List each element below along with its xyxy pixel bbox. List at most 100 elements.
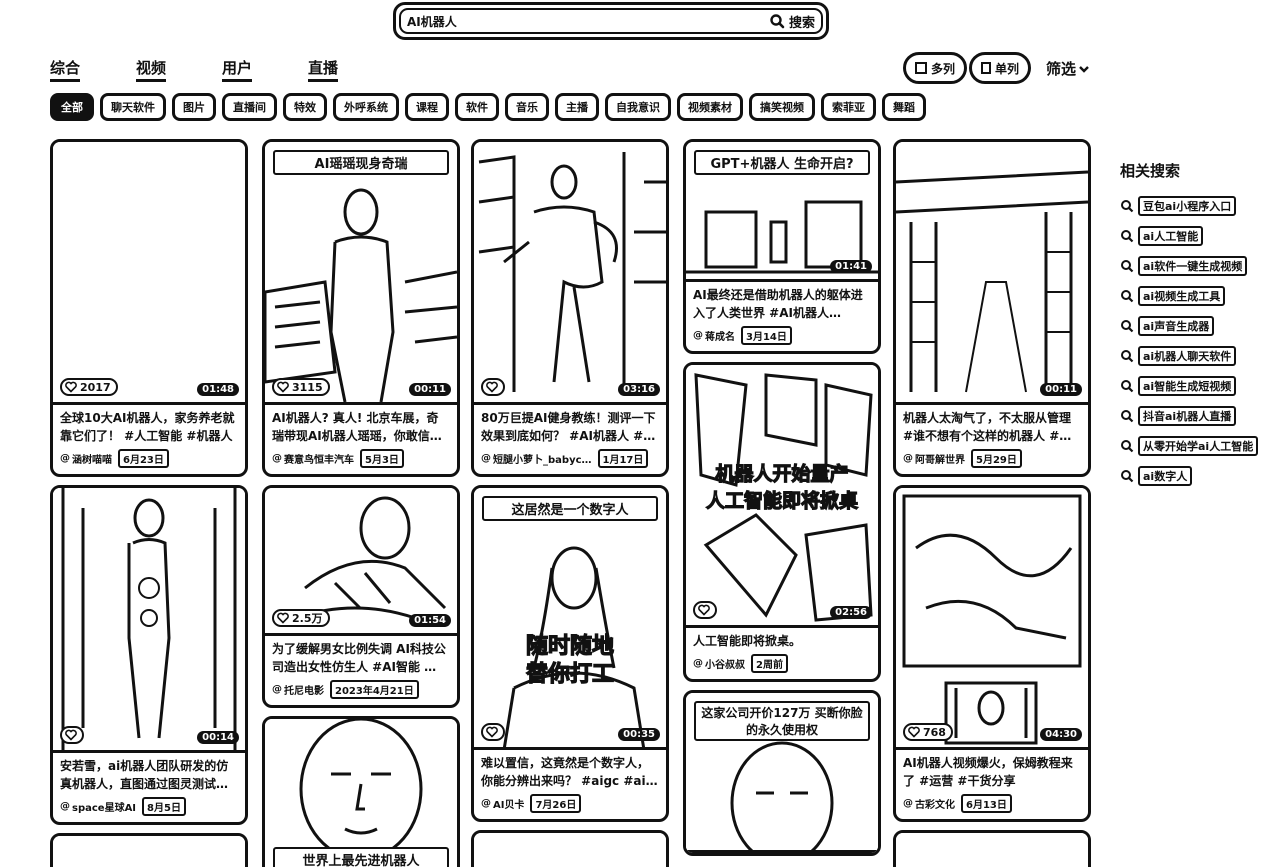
related-search-item[interactable]: 豆包ai小程序入口	[1120, 191, 1280, 221]
video-card[interactable]: 768 04:30 AI机器人视频爆火，保姆教程来了 #运营 #干货分享 @ 古彩…	[893, 485, 1091, 822]
author[interactable]: @ AI贝卡	[481, 796, 524, 811]
video-duration: 00:35	[618, 728, 660, 741]
related-search-item[interactable]: 抖音ai机器人直播	[1120, 401, 1280, 431]
heart-icon	[698, 604, 710, 616]
chip-video-material[interactable]: 视频素材	[677, 93, 743, 121]
author[interactable]: @ 托尼电影	[272, 682, 324, 697]
author[interactable]: @ 蒋成名	[693, 328, 735, 343]
author[interactable]: @ 短腿小萝卜_babyc…	[481, 451, 592, 466]
like-count: 2.5万	[272, 609, 330, 627]
video-card[interactable]	[50, 833, 248, 867]
video-title[interactable]: 机器人太淘气了，不太服从管理 #谁不想有个这样的机器人 #…	[903, 409, 1081, 445]
heart-icon	[486, 381, 498, 393]
video-card[interactable]: GPT+机器人 生命开启? 01:41 AI最终还是借助机器人的躯体进入了人类世…	[683, 139, 881, 354]
search-bar: 搜索	[393, 2, 829, 40]
video-thumbnail	[474, 833, 666, 867]
video-card[interactable]: 00:11 机器人太淘气了，不太服从管理 #谁不想有个这样的机器人 #… @ 阿哥…	[893, 139, 1091, 477]
video-card[interactable]	[893, 830, 1091, 867]
chip-chat-software[interactable]: 聊天软件	[100, 93, 166, 121]
chevron-down-icon	[1079, 65, 1089, 73]
related-search-item[interactable]: ai机器人聊天软件	[1120, 341, 1280, 371]
heart-icon	[277, 381, 289, 393]
video-title[interactable]: AI最终还是借助机器人的躯体进入了人类世界 #AI机器人 #fig…	[693, 286, 871, 322]
multi-column-toggle[interactable]: 多列	[903, 52, 968, 84]
chip-software[interactable]: 软件	[455, 93, 499, 121]
video-title[interactable]: AI机器人视频爆火，保姆教程来了 #运营 #干货分享	[903, 754, 1081, 790]
video-card[interactable]: AI瑶瑶现身奇瑞 3115 00:11 AI机器人? 真人! 北京车展，奇瑞带现…	[262, 139, 460, 477]
author[interactable]: @ 阿哥解世界	[903, 451, 965, 466]
video-title[interactable]: 难以置信，这竟然是个数字人，你能分辨出来吗？ #aigc #ai…	[481, 754, 659, 790]
tab-general[interactable]: 综合	[50, 57, 81, 82]
author[interactable]: @ 赛意鸟恒丰汽车	[272, 451, 354, 466]
video-duration: 01:41	[830, 260, 872, 273]
related-search-item[interactable]: ai人工智能	[1120, 221, 1280, 251]
video-duration: 00:11	[409, 383, 451, 396]
video-title[interactable]: AI机器人? 真人! 北京车展，奇瑞带现AI机器人瑶瑶，你敢信…	[272, 409, 450, 445]
chip-music[interactable]: 音乐	[505, 93, 549, 121]
heart-icon	[908, 726, 920, 738]
video-card[interactable]: 2017 01:48 全球10大AI机器人，家务养老就靠它们了！ #人工智能 #…	[50, 139, 248, 477]
video-card[interactable]	[471, 830, 669, 867]
author[interactable]: @ space星球AI	[60, 799, 136, 814]
search-icon	[1121, 290, 1134, 303]
chip-self-awareness[interactable]: 自我意识	[605, 93, 671, 121]
video-title[interactable]: 80万巨提AI健身教练！测评一下效果到底如何？ #AI机器人 #…	[481, 409, 659, 445]
thumbnail-image: 机器人开始量产 人工智能即将掀桌	[694, 373, 873, 622]
related-search-item[interactable]: ai声音生成器	[1120, 311, 1280, 341]
chip-streamer[interactable]: 主播	[555, 93, 599, 121]
video-thumbnail: 世界上最先进机器人	[265, 719, 457, 867]
tab-live[interactable]: 直播	[308, 57, 339, 82]
chip-images[interactable]: 图片	[172, 93, 216, 121]
single-column-toggle[interactable]: 单列	[969, 52, 1032, 84]
related-search-item[interactable]: ai智能生成短视频	[1120, 371, 1280, 401]
author[interactable]: @ 小谷叔叔	[693, 656, 745, 671]
author[interactable]: @ 涵树喵喵	[60, 451, 112, 466]
video-title[interactable]: 安若雪，ai机器人团队研发的仿真机器人，直图通过图灵测试…	[60, 757, 238, 793]
multi-column-label: 多列	[931, 61, 956, 76]
tab-video[interactable]: 视频	[136, 57, 167, 82]
video-card[interactable]: 机器人开始量产 人工智能即将掀桌 02:56 人工智能即将掀桌。 @ 小谷叔叔 2周…	[683, 362, 881, 682]
video-card[interactable]: 随时随地 替你打工 这居然是一个数字人 00:35 难以置信，这竟然是个数字人，…	[471, 485, 669, 822]
chip-outbound-call[interactable]: 外呼系统	[333, 93, 399, 121]
thumbnail-caption: AI瑶瑶现身奇瑞	[273, 150, 449, 175]
video-title[interactable]: 全球10大AI机器人，家务养老就靠它们了！ #人工智能 #机器人	[60, 409, 238, 445]
related-search-item[interactable]: 从零开始学ai人工智能	[1120, 431, 1280, 461]
video-title[interactable]: 人工智能即将掀桌。	[693, 632, 871, 650]
publish-date: 8月5日	[142, 797, 186, 816]
video-title[interactable]: 为了缓解男女比例失调 AI科技公司造出女性仿生人 #AI智能 …	[272, 640, 450, 676]
author[interactable]: @ 古彩文化	[903, 796, 955, 811]
chip-all[interactable]: 全部	[50, 93, 94, 121]
video-thumbnail: 768 04:30	[896, 488, 1088, 750]
heart-icon	[65, 729, 77, 741]
like-count	[481, 378, 505, 396]
search-button[interactable]: 搜索	[769, 12, 815, 31]
chip-courses[interactable]: 课程	[405, 93, 449, 121]
search-icon	[1121, 410, 1134, 423]
like-count	[60, 726, 84, 744]
search-icon	[1121, 380, 1134, 393]
tab-user[interactable]: 用户	[222, 57, 253, 82]
video-card[interactable]: 03:16 80万巨提AI健身教练！测评一下效果到底如何？ #AI机器人 #… …	[471, 139, 669, 477]
video-card[interactable]: 00:14 安若雪，ai机器人团队研发的仿真机器人，直图通过图灵测试… @ spa…	[50, 485, 248, 825]
related-search-item[interactable]: ai数字人	[1120, 461, 1280, 491]
thumbnail-caption: 这居然是一个数字人	[482, 496, 658, 521]
video-thumbnail: GPT+机器人 生命开启? 01:41	[686, 142, 878, 282]
video-results-grid: 2017 01:48 全球10大AI机器人，家务养老就靠它们了！ #人工智能 #…	[50, 139, 1096, 867]
video-thumbnail: AI瑶瑶现身奇瑞 3115 00:11	[265, 142, 457, 405]
search-input[interactable]	[407, 14, 769, 28]
chip-sophia[interactable]: 索菲亚	[821, 93, 876, 121]
chip-dance[interactable]: 舞蹈	[882, 93, 926, 121]
thumbnail-image	[902, 494, 1082, 745]
chip-live-room[interactable]: 直播间	[222, 93, 277, 121]
chip-funny-video[interactable]: 搞笑视频	[749, 93, 815, 121]
video-duration: 04:30	[1040, 728, 1082, 741]
related-search-item[interactable]: ai视频生成工具	[1120, 281, 1280, 311]
related-search-item[interactable]: ai软件一键生成视频	[1120, 251, 1280, 281]
chip-effects[interactable]: 特效	[283, 93, 327, 121]
video-card[interactable]: 这家公司开价127万 买断你脸的永久使用权	[683, 690, 881, 856]
filter-button[interactable]: 筛选	[1046, 58, 1090, 79]
video-card[interactable]: 2.5万 01:54 为了缓解男女比例失调 AI科技公司造出女性仿生人 #AI智…	[262, 485, 460, 708]
video-card[interactable]: 世界上最先进机器人	[262, 716, 460, 867]
results-column: GPT+机器人 生命开启? 01:41 AI最终还是借助机器人的躯体进入了人类世…	[683, 139, 881, 864]
like-count: 768	[903, 723, 953, 741]
